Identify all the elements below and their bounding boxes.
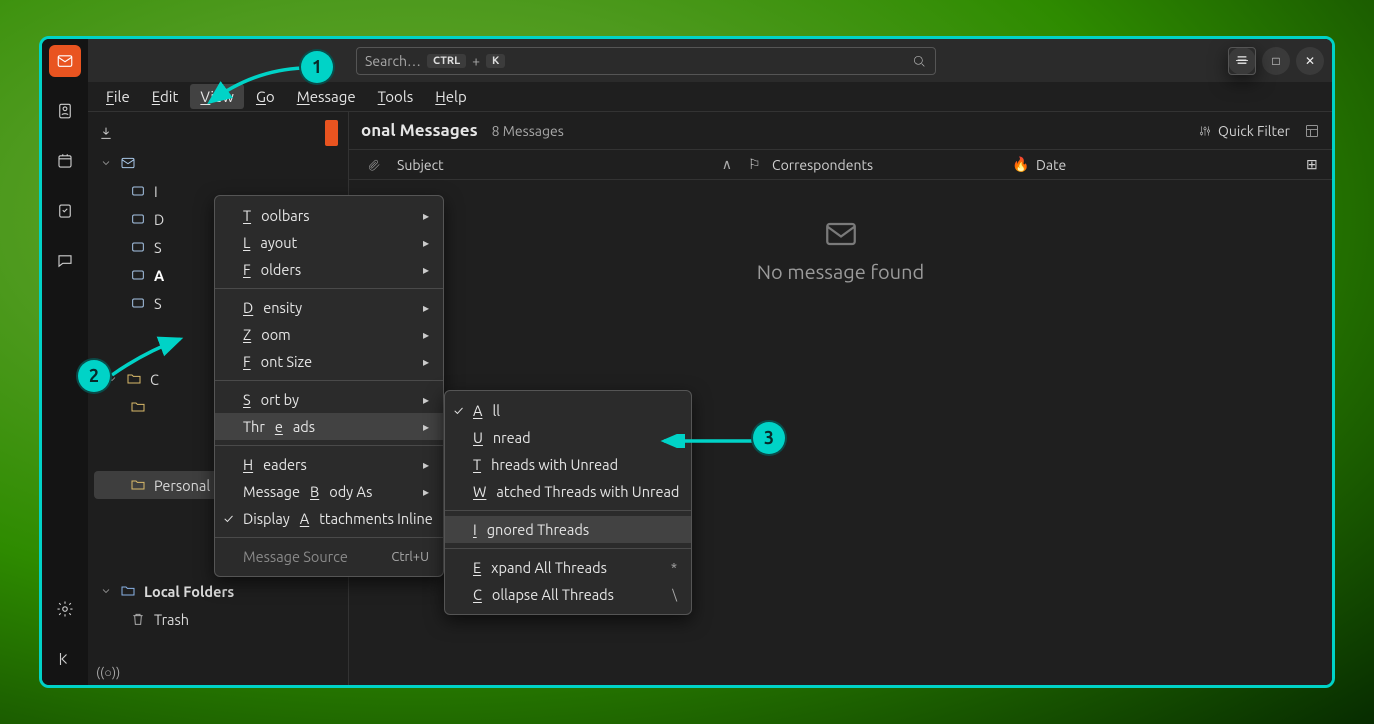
view-menu-folders[interactable]: Folders▸ (215, 256, 443, 283)
col-attachment[interactable] (359, 158, 389, 172)
workspace: IDSAS C Personal Messages (88, 112, 1332, 685)
menu-file[interactable]: File (96, 84, 140, 109)
close-button[interactable]: ✕ (1296, 47, 1324, 75)
chevron-down-icon (100, 585, 112, 597)
search-placeholder: Search… (365, 53, 421, 69)
status-bar: ((○)) (88, 663, 348, 685)
folder-icon (130, 477, 146, 493)
menu-edit[interactable]: Edit (142, 84, 189, 109)
folder-label: Local Folders (144, 583, 234, 600)
arrow-2 (108, 335, 188, 380)
callout-1: 1 (301, 51, 333, 83)
callout-3: 3 (753, 422, 785, 454)
threads-menu-unread[interactable]: Unread (445, 424, 691, 451)
threads-menu-ignored-threads[interactable]: Ignored Threads (445, 516, 691, 543)
view-menu-layout[interactable]: Layout▸ (215, 229, 443, 256)
view-menu-density[interactable]: Density▸ (215, 294, 443, 321)
folder-tree-account[interactable] (88, 149, 348, 177)
account-icon (120, 155, 136, 171)
arrow-3 (658, 434, 758, 448)
maximize-button[interactable]: □ (1262, 47, 1290, 75)
col-picker[interactable]: ⊞ (1298, 156, 1322, 173)
threads-menu-all[interactable]: All (445, 397, 691, 424)
download-icon[interactable] (98, 125, 114, 141)
quick-filter-button[interactable]: Quick Filter (1198, 123, 1290, 139)
view-menu: Toolbars▸Layout▸Folders▸ Density▸Zoom▸Fon… (214, 195, 444, 577)
launcher-mail-icon[interactable] (49, 45, 81, 77)
search-input[interactable]: Search… CTRL + K (356, 47, 936, 75)
col-correspondents[interactable]: Correspondents (764, 157, 1004, 173)
archive-icon (130, 267, 146, 283)
folder-trash[interactable]: Trash (88, 605, 348, 633)
view-menu-zoom[interactable]: Zoom▸ (215, 321, 443, 348)
column-headers: Subject ∧ ⚐ Correspondents 🔥 Date ⊞ (349, 150, 1332, 180)
chevron-down-icon (100, 157, 112, 169)
launcher-settings-icon[interactable] (49, 593, 81, 625)
menu-tools[interactable]: Tools (368, 84, 424, 109)
mail-outline-icon (826, 222, 856, 246)
mail-client: Search… CTRL + K ≡ — □ ✕ FileEditViewGoM… (88, 39, 1332, 685)
arrow-1 (198, 62, 308, 107)
col-date[interactable]: Date (1028, 157, 1298, 173)
threads-menu-watched-threads-with-unread[interactable]: Watched Threads with Unread (445, 478, 691, 505)
paperclip-icon (367, 158, 381, 172)
launcher-calendar-icon[interactable] (49, 145, 81, 177)
threads-submenu: AllUnreadThreads with UnreadWatched Thre… (444, 390, 692, 615)
callout-2: 2 (78, 360, 110, 392)
empty-text: No message found (757, 260, 924, 283)
trash-icon (130, 611, 146, 627)
folder-label: I (154, 183, 158, 200)
view-menu-toolbars[interactable]: Toolbars▸ (215, 202, 443, 229)
col-junk[interactable]: 🔥 (1004, 156, 1028, 173)
folder-local-folders[interactable]: Local Folders (88, 577, 348, 605)
folder-label: S (154, 295, 162, 312)
message-count: 8 Messages (492, 123, 564, 139)
launcher-addressbook-icon[interactable] (49, 95, 81, 127)
view-menu-message-source: Message SourceCtrl+U (215, 543, 443, 570)
drafts-icon (130, 211, 146, 227)
quick-filter-label: Quick Filter (1218, 123, 1290, 139)
view-menu-headers[interactable]: Headers▸ (215, 451, 443, 478)
launcher-collapse-icon[interactable] (49, 643, 81, 675)
view-menu-threads[interactable]: Threads▸ (215, 413, 443, 440)
folder-pane-header (88, 116, 348, 149)
folder-label: S (154, 239, 162, 256)
kbd-plus: + (472, 53, 480, 69)
kbd-ctrl: CTRL (427, 54, 466, 68)
kbd-k: K (486, 54, 505, 68)
folder-title: onal Messages (361, 121, 478, 140)
search-icon (911, 53, 927, 69)
layout-icon[interactable] (1304, 123, 1320, 139)
folder-icon (120, 583, 136, 599)
menu-help[interactable]: Help (425, 84, 476, 109)
view-menu-display-attachments-inline[interactable]: Display Attachments Inline (215, 505, 443, 532)
hamburger-icon[interactable]: ≡ (1228, 47, 1256, 75)
sliders-icon (1198, 124, 1212, 138)
sent-icon (130, 239, 146, 255)
tab-indicator (325, 120, 338, 146)
folder-label: A (154, 267, 164, 284)
view-menu-message-body-as[interactable]: Message Body As▸ (215, 478, 443, 505)
folder-label: Trash (154, 611, 189, 628)
folder-label: D (154, 211, 164, 228)
launcher-chat-icon[interactable] (49, 245, 81, 277)
col-flag[interactable]: ⚐ (740, 156, 764, 173)
view-menu-sort-by[interactable]: Sort by▸ (215, 386, 443, 413)
view-menu-font-size[interactable]: Font Size▸ (215, 348, 443, 375)
message-header: onal Messages 8 Messages Quick Filter (349, 112, 1332, 150)
threads-menu-expand-all-threads[interactable]: Expand All Threads* (445, 554, 691, 581)
threads-menu-threads-with-unread[interactable]: Threads with Unread (445, 451, 691, 478)
col-subject[interactable]: Subject ∧ (389, 156, 740, 173)
app-window: Search… CTRL + K ≡ — □ ✕ FileEditViewGoM… (39, 36, 1335, 688)
threads-menu-collapse-all-threads[interactable]: Collapse All Threads\ (445, 581, 691, 608)
junk-icon (130, 295, 146, 311)
inbox-icon (130, 183, 146, 199)
launcher-tasks-icon[interactable] (49, 195, 81, 227)
folder-icon (130, 399, 146, 415)
